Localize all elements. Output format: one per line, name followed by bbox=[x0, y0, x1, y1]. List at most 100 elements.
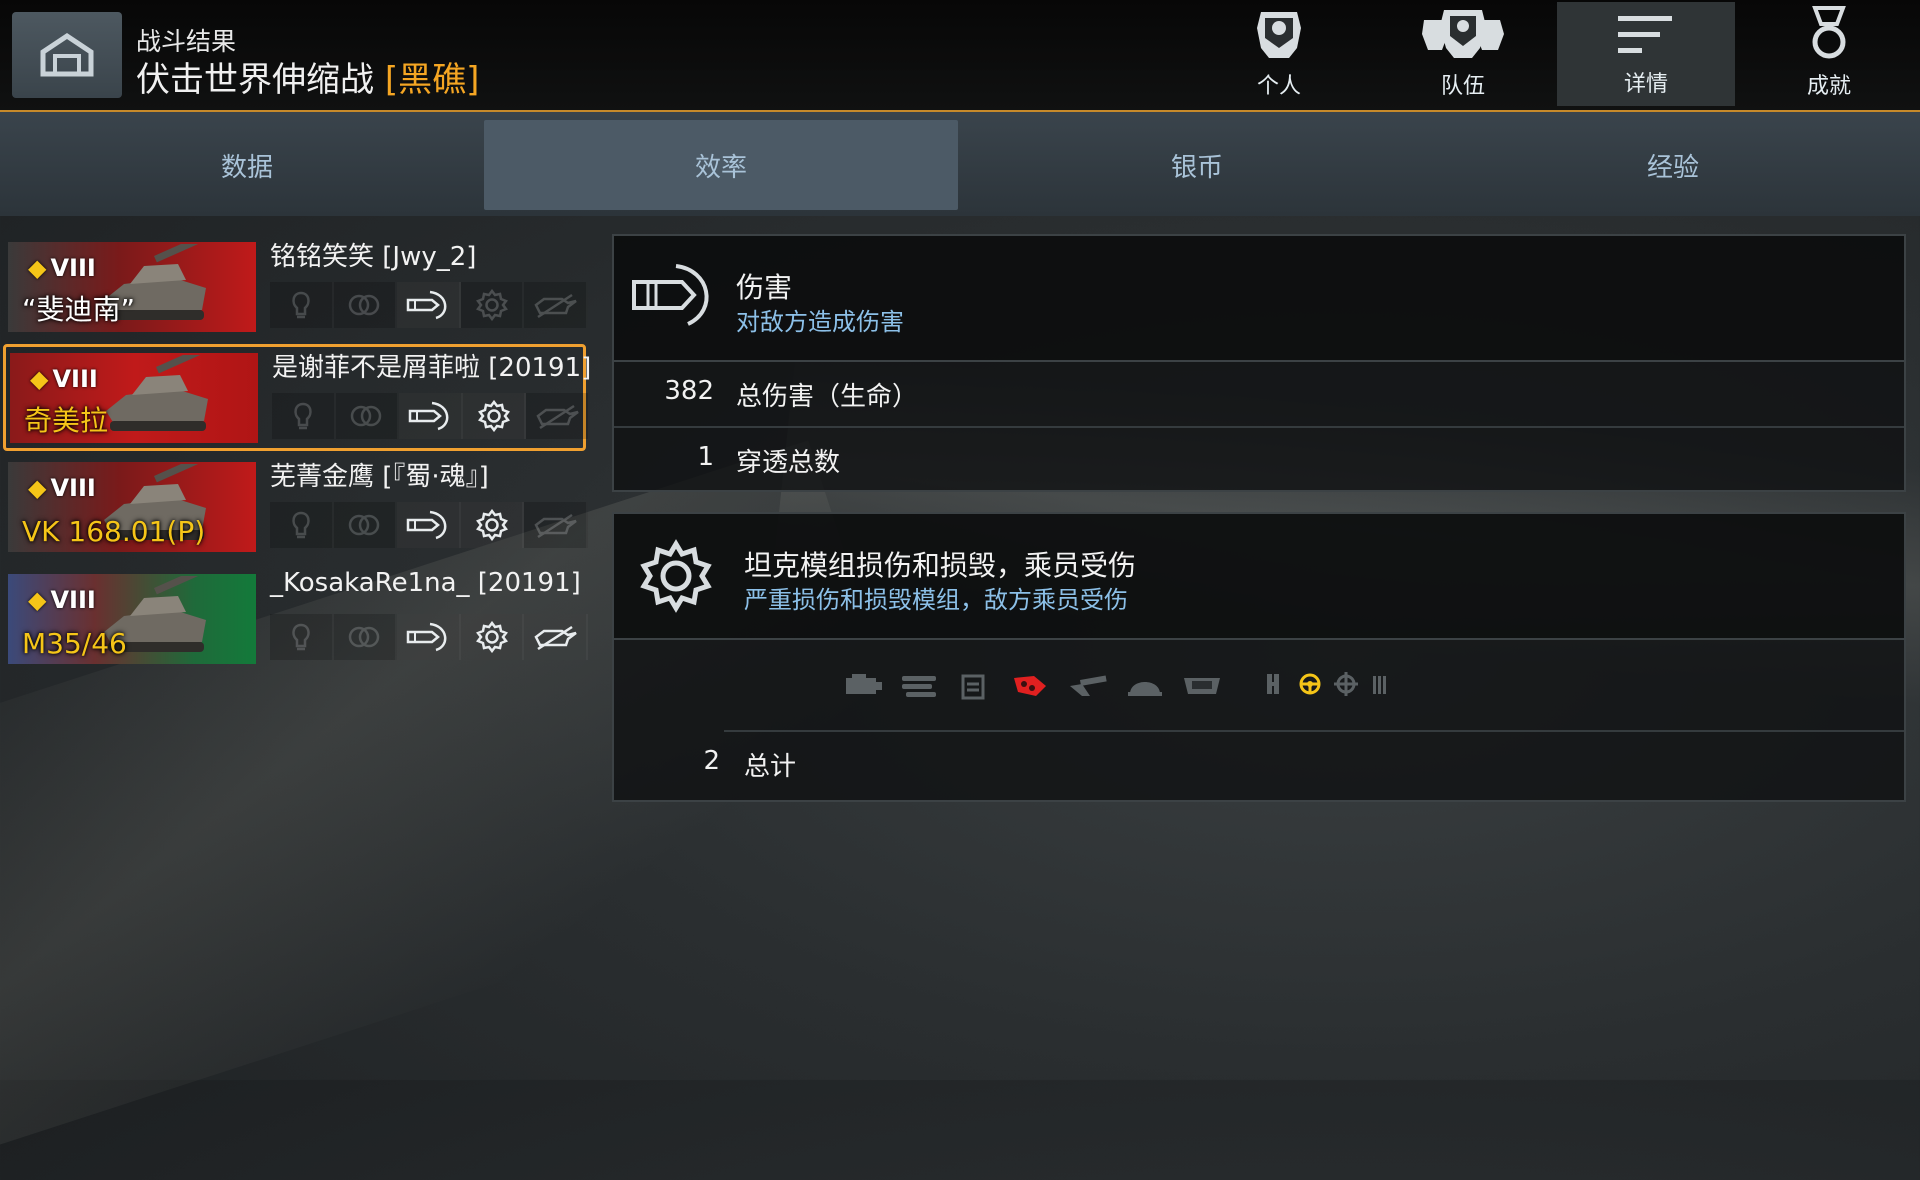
tank-name: VK 168.01(P) bbox=[22, 515, 206, 548]
nav-achievements[interactable]: 成就 bbox=[1740, 0, 1918, 108]
tier-chevron-icon: ◆ bbox=[28, 474, 47, 502]
loader-icon bbox=[1373, 676, 1386, 694]
tank-destroyed-icon bbox=[524, 282, 588, 328]
top-bar: 战斗结果 伏击世界伸缩战 [黑礁] 个人 队伍 详情 成就 bbox=[0, 0, 1920, 112]
damage-panel-header: 伤害 对敌方造成伤害 bbox=[614, 236, 1904, 362]
stat-label: 总伤害（生命） bbox=[736, 382, 919, 412]
tank-tier: ◆ VIII bbox=[28, 474, 96, 502]
tank-tier: ◆ VIII bbox=[28, 254, 96, 282]
tab-experience[interactable]: 经验 bbox=[1436, 120, 1910, 210]
gear-icon bbox=[460, 502, 525, 548]
player-row[interactable]: ◆ VIII VK 168.01(P) 芜菁金鹰 [『蜀·魂』] bbox=[4, 456, 590, 562]
player-stat-icons bbox=[270, 614, 588, 660]
hangar-icon bbox=[40, 32, 94, 77]
tank-card: ◆ VIII “斐迪南” bbox=[8, 242, 256, 332]
damage-panel: 伤害 对敌方造成伤害 382 总伤害（生命） 1 穿透总数 bbox=[612, 234, 1906, 492]
tank-card: ◆ VIII VK 168.01(P) bbox=[8, 462, 256, 552]
tank-card: ◆ VIII M35/46 bbox=[8, 574, 256, 664]
engine-icon bbox=[846, 674, 882, 694]
player-row[interactable]: ◆ VIII 奇美拉 是谢菲不是屑菲啦 [20191] bbox=[3, 344, 591, 451]
assist-icon bbox=[336, 393, 400, 439]
tank-destroyed-icon bbox=[526, 393, 590, 439]
damage-subtitle: 对敌方造成伤害 bbox=[736, 308, 904, 336]
consumable-icon bbox=[270, 614, 334, 660]
nav-team-label: 队伍 bbox=[1440, 74, 1485, 99]
tank-tier: ◆ VIII bbox=[30, 365, 98, 393]
driver-icon bbox=[1299, 673, 1321, 695]
home-button[interactable] bbox=[12, 12, 122, 98]
medal-icon bbox=[1812, 6, 1846, 59]
modules-panel: 坦克模组损伤和损毁，乘员受伤 严重损伤和损毁模组，敌方乘员受伤 2 总计 bbox=[612, 512, 1906, 802]
shell-damage-icon bbox=[397, 614, 461, 660]
soldier-icon bbox=[1257, 12, 1301, 58]
tank-name: “斐迪南” bbox=[22, 293, 136, 326]
shell-damage-icon bbox=[397, 502, 461, 548]
module-icons-row bbox=[724, 640, 1904, 732]
stat-label: 总计 bbox=[744, 752, 797, 782]
player-row[interactable]: ◆ VIII M35/46 _KosakaRe1na_ [20191] bbox=[4, 568, 590, 674]
stat-row-modules-total: 2 总计 bbox=[614, 732, 1904, 796]
nav-team[interactable]: 队伍 bbox=[1374, 0, 1552, 108]
stat-value: 382 bbox=[664, 376, 714, 406]
commander-icon bbox=[1267, 674, 1279, 694]
tab-silver[interactable]: 银币 bbox=[960, 120, 1434, 210]
map-name: [黑礁] bbox=[384, 60, 480, 100]
assist-icon bbox=[334, 502, 398, 548]
nav-details-label: 详情 bbox=[1623, 72, 1668, 97]
battle-mode: 伏击世界伸缩战 bbox=[136, 60, 374, 100]
tier-chevron-icon: ◆ bbox=[30, 365, 49, 393]
consumable-icon bbox=[270, 502, 334, 548]
nav-personal[interactable]: 个人 bbox=[1190, 0, 1368, 108]
tier-chevron-icon: ◆ bbox=[28, 586, 47, 614]
stat-row-total-damage: 382 总伤害（生命） bbox=[614, 362, 1904, 428]
stat-value: 2 bbox=[703, 746, 720, 776]
gear-icon bbox=[640, 539, 712, 613]
stat-label: 穿透总数 bbox=[736, 448, 841, 478]
nav-achievements-label: 成就 bbox=[1806, 74, 1851, 99]
fuel-tank-icon bbox=[961, 674, 985, 700]
tank-tier-value: VIII bbox=[50, 474, 96, 502]
consumable-icon bbox=[272, 393, 336, 439]
player-name: 是谢菲不是屑菲啦 [20191] bbox=[272, 353, 592, 383]
player-name: 铭铭笑笑 [Jwy_2] bbox=[270, 242, 477, 272]
ammo-rack-icon bbox=[1014, 676, 1046, 696]
damage-title: 伤害 bbox=[736, 271, 793, 304]
tank-image-icon bbox=[106, 355, 209, 431]
gear-icon bbox=[460, 614, 525, 660]
tier-chevron-icon: ◆ bbox=[28, 254, 47, 282]
battle-title: 伏击世界伸缩战 [黑礁] bbox=[136, 52, 479, 101]
tank-tier: ◆ VIII bbox=[28, 586, 96, 614]
tank-name: M35/46 bbox=[22, 627, 127, 660]
tank-destroyed-icon bbox=[524, 502, 588, 548]
tab-data[interactable]: 数据 bbox=[10, 120, 484, 210]
player-name: 芜菁金鹰 [『蜀·魂』] bbox=[270, 462, 489, 492]
nav-details[interactable]: 详情 bbox=[1557, 2, 1735, 106]
player-stat-icons bbox=[270, 502, 588, 548]
stat-value: 1 bbox=[697, 442, 714, 472]
gunner-icon bbox=[1334, 672, 1358, 696]
hull-icon bbox=[1184, 678, 1220, 694]
shell-damage-icon bbox=[632, 264, 709, 326]
team-icon bbox=[1422, 10, 1504, 58]
gear-icon bbox=[462, 393, 527, 439]
player-row[interactable]: ◆ VIII “斐迪南” 铭铭笑笑 [Jwy_2] bbox=[4, 236, 590, 342]
tank-name: 奇美拉 bbox=[24, 404, 109, 437]
tank-card: ◆ VIII 奇美拉 bbox=[10, 353, 258, 443]
player-name: _KosakaRe1na_ [20191] bbox=[270, 568, 581, 598]
tab-bar: 数据 效率 银币 经验 bbox=[0, 112, 1920, 216]
stat-row-penetrations: 1 穿透总数 bbox=[614, 428, 1904, 492]
consumable-icon bbox=[270, 282, 334, 328]
tab-efficiency[interactable]: 效率 bbox=[484, 120, 958, 210]
turret-icon bbox=[1128, 682, 1162, 696]
player-stat-icons bbox=[270, 282, 588, 328]
shell-damage-icon bbox=[399, 393, 463, 439]
modules-subtitle: 严重损伤和损毁模组，敌方乘员受伤 bbox=[744, 586, 1128, 614]
tracks-icon bbox=[902, 676, 936, 697]
tank-tier-value: VIII bbox=[50, 254, 96, 282]
tank-destroyed-icon bbox=[524, 614, 588, 660]
assist-icon bbox=[334, 614, 398, 660]
tank-tier-value: VIII bbox=[52, 365, 98, 393]
nav-personal-label: 个人 bbox=[1256, 74, 1301, 99]
tank-tier-value: VIII bbox=[50, 586, 96, 614]
gun-icon bbox=[1070, 675, 1107, 696]
